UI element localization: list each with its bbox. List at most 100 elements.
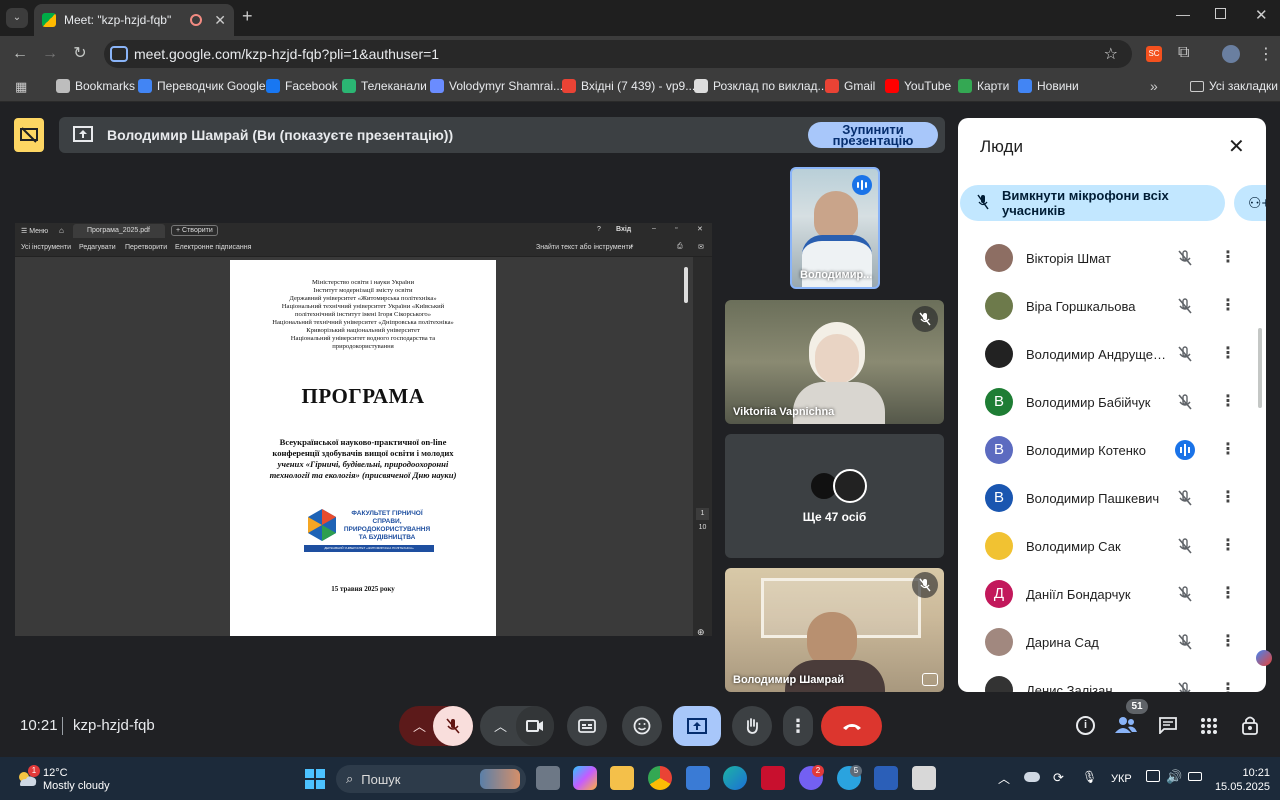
pdf-tool-edit[interactable]: Редагувати [79, 244, 116, 251]
mic-off-icon[interactable] [1176, 537, 1194, 555]
profile-avatar[interactable] [1222, 45, 1240, 63]
speaking-indicator-icon[interactable] [1175, 440, 1195, 460]
host-controls-button[interactable] [1242, 715, 1258, 740]
person-more-icon[interactable]: ⋮ [1220, 297, 1236, 315]
mic-off-icon[interactable] [1176, 249, 1194, 267]
sync-icon[interactable]: ⟳ [1053, 770, 1064, 786]
mic-off-icon[interactable] [1176, 489, 1194, 507]
pdf-search-text[interactable]: Знайти текст або інструменти [536, 244, 633, 251]
person-row[interactable]: Денис Залізан ⋮ [958, 666, 1258, 692]
clock-date[interactable]: 15.05.2025 [1204, 781, 1270, 793]
pdf-signin-button[interactable]: Вхід [616, 226, 631, 233]
bookmark-item[interactable]: Переводчик Google [138, 79, 266, 93]
pdf-maximize-icon[interactable]: ▫ [675, 225, 677, 232]
person-more-icon[interactable]: ⋮ [1220, 633, 1236, 651]
minimize-button[interactable]: — [1176, 6, 1190, 22]
new-tab-button[interactable]: + [242, 6, 253, 27]
gemini-extension-icon[interactable] [1256, 650, 1272, 666]
person-more-icon[interactable]: ⋮ [1220, 489, 1236, 507]
back-icon[interactable]: ← [10, 44, 30, 64]
chat-button[interactable] [1158, 716, 1178, 739]
person-row[interactable]: Вікторія Шмат ⋮ [958, 234, 1258, 282]
reload-icon[interactable]: ↻ [70, 44, 90, 64]
person-row[interactable]: В Володимир Котенко ⋮ [958, 426, 1258, 474]
person-more-icon[interactable]: ⋮ [1220, 249, 1236, 267]
bookmark-star-icon[interactable]: ☆ [1104, 44, 1118, 64]
forward-icon[interactable]: → [40, 44, 60, 64]
captions-button[interactable] [567, 706, 607, 746]
maximize-button[interactable] [1215, 8, 1226, 19]
bookmark-item[interactable]: Карти [958, 79, 1009, 93]
bookmark-item[interactable]: Facebook [266, 79, 338, 93]
extension-sc-icon[interactable]: SC [1146, 46, 1162, 62]
person-more-icon[interactable]: ⋮ [1220, 681, 1236, 692]
bookmarks-overflow-icon[interactable]: » [1150, 78, 1158, 94]
bookmark-item[interactable]: Gmail [825, 79, 875, 93]
pdf-tool-all[interactable]: Усі інструменти [21, 244, 71, 251]
store-icon[interactable] [686, 766, 710, 790]
mic-off-icon[interactable] [1176, 681, 1194, 692]
tab-meet[interactable]: Meet: "kzp-hzjd-fqb" ✕ [34, 4, 234, 36]
tray-overflow-icon[interactable]: ︿ [998, 770, 1010, 787]
bookmark-item[interactable]: YouTube [885, 79, 951, 93]
onedrive-icon[interactable] [1024, 772, 1040, 782]
language-indicator[interactable]: УКР [1111, 773, 1132, 785]
raise-hand-button[interactable] [732, 706, 772, 746]
mic-off-icon[interactable] [1176, 633, 1194, 651]
person-more-icon[interactable]: ⋮ [1220, 345, 1236, 363]
mic-toggle-button[interactable] [433, 706, 473, 746]
stop-presenting-button[interactable]: Зупинити презентацію [808, 122, 938, 148]
person-more-icon[interactable]: ⋮ [1220, 441, 1236, 459]
person-row[interactable]: Д Даніїл Бондарчук ⋮ [958, 570, 1258, 618]
mic-off-icon[interactable] [1176, 585, 1194, 603]
more-options-button[interactable]: ⋮ [783, 706, 813, 746]
browser-menu-icon[interactable]: ⋮ [1258, 44, 1274, 64]
pdf-menu-button[interactable]: ☰ Меню [21, 227, 48, 235]
pdf-mail-icon[interactable]: ✉ [698, 243, 704, 251]
pdf-home-icon[interactable]: ⌂ [59, 226, 64, 235]
mic-off-icon[interactable] [1176, 297, 1194, 315]
start-button[interactable] [305, 769, 325, 789]
activities-button[interactable] [1200, 717, 1218, 740]
pdf-close-icon[interactable]: ✕ [697, 225, 703, 233]
tab-search-button[interactable]: ⌄ [6, 8, 28, 28]
apps-grid-icon[interactable]: ▦ [15, 79, 27, 95]
copilot-icon[interactable] [573, 766, 597, 790]
close-panel-icon[interactable]: ✕ [1228, 134, 1245, 159]
bookmark-item[interactable]: Вхідні (7 439) - vp9... [562, 79, 695, 93]
pdf-minimize-icon[interactable]: – [652, 225, 656, 232]
participant-tile-viktoriia[interactable]: Viktoriia Vapnichna [725, 300, 944, 424]
file-explorer-icon[interactable] [610, 766, 634, 790]
all-bookmarks[interactable]: Усі закладки [1190, 79, 1278, 93]
people-button[interactable] [1114, 716, 1138, 736]
bookmark-item[interactable]: Розклад по виклад... [694, 79, 828, 93]
network-icon[interactable] [1146, 770, 1160, 782]
person-more-icon[interactable]: ⋮ [1220, 537, 1236, 555]
camera-toggle-button[interactable] [516, 706, 554, 746]
person-row[interactable]: Володимир Сак ⋮ [958, 522, 1258, 570]
battery-icon[interactable] [1188, 772, 1202, 781]
word-icon[interactable] [874, 766, 898, 790]
mute-all-button[interactable]: Вимкнути мікрофони всіх учасників [960, 185, 1225, 221]
person-more-icon[interactable]: ⋮ [1220, 393, 1236, 411]
meeting-details-icon[interactable]: i [1076, 716, 1095, 735]
person-row[interactable]: Володимир Андрущенко ⋮ [958, 330, 1258, 378]
task-view-icon[interactable] [536, 766, 560, 790]
bookmark-item[interactable]: Новини [1018, 79, 1079, 93]
self-tile[interactable]: Володимир... [790, 167, 880, 289]
pdf-tool-convert[interactable]: Перетворити [125, 244, 167, 251]
pdf-tool-esign[interactable]: Електронне підписання [175, 244, 251, 251]
pdf-tab[interactable]: Програма_2025.pdf [73, 224, 165, 238]
pdf-search-icon[interactable]: ⌕ [630, 243, 634, 251]
chrome-icon[interactable] [648, 766, 672, 790]
volume-icon[interactable]: 🔊 [1166, 769, 1182, 785]
mic-off-icon[interactable] [1176, 345, 1194, 363]
leave-call-button[interactable] [821, 706, 882, 746]
window-close-button[interactable]: ✕ [1255, 6, 1268, 24]
person-row[interactable]: Дарина Сад ⋮ [958, 618, 1258, 666]
tab-close-icon[interactable]: ✕ [214, 12, 226, 29]
bookmark-item[interactable]: Телеканали [342, 79, 427, 93]
pdf-create-button[interactable]: + Створити [171, 225, 218, 236]
pdf-scrollbar[interactable] [684, 267, 688, 303]
edge-icon[interactable] [723, 766, 747, 790]
